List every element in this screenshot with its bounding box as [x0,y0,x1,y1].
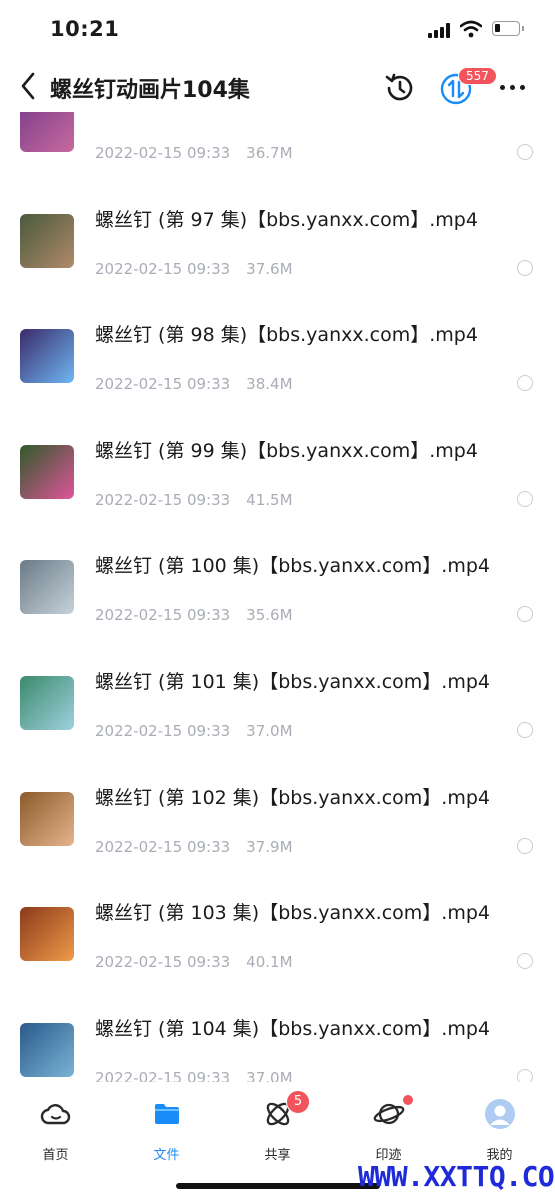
planet-icon [373,1103,405,1125]
cloud-icon [40,1104,71,1125]
file-list-item[interactable]: 螺丝钉 (第 104 集)【bbs.yanxx.com】.mp4 2022-02-… [0,967,555,1082]
battery-icon [492,21,524,36]
file-name: 螺丝钉 (第 103 集)【bbs.yanxx.com】.mp4 [95,902,491,925]
video-thumbnail [20,112,74,152]
wifi-icon [460,20,482,38]
file-size: 37.0M [246,1068,293,1082]
select-checkbox[interactable] [517,1068,533,1082]
file-list-item[interactable]: 螺丝钉 (第 97 集)【bbs.yanxx.com】.mp4 2022-02-1… [0,158,555,278]
file-list-item[interactable]: 螺丝钉 (第 100 集)【bbs.yanxx.com】.mp4 2022-02-… [0,504,555,624]
video-thumbnail [20,907,74,962]
file-name: 螺丝钉 (第 97 集)【bbs.yanxx.com】.mp4 [95,208,478,231]
file-list-item[interactable]: 2022-02-15 09:33 36.7M [0,112,555,162]
video-thumbnail [20,329,74,384]
more-options-button[interactable] [498,72,528,102]
folder-icon [155,1104,179,1124]
status-time: 10:21 [50,17,120,41]
transfer-count-badge: 557 [458,67,497,85]
footprint-dot-badge [403,1095,413,1105]
video-thumbnail [20,560,74,615]
file-name: 螺丝钉 (第 100 集)【bbs.yanxx.com】.mp4 [95,555,491,578]
file-list-item[interactable]: 螺丝钉 (第 101 集)【bbs.yanxx.com】.mp4 2022-02-… [0,620,555,740]
file-list-item[interactable]: 螺丝钉 (第 98 集)【bbs.yanxx.com】.mp4 2022-02-1… [0,273,555,393]
video-thumbnail [20,676,74,730]
file-name: 螺丝钉 (第 99 集)【bbs.yanxx.com】.mp4 [95,439,478,462]
page-title: 螺丝钉动画片104集 [50,78,250,103]
file-name: 螺丝钉 (第 101 集)【bbs.yanxx.com】.mp4 [95,671,491,693]
file-name: 螺丝钉 (第 104 集)【bbs.yanxx.com】.mp4 [95,1017,491,1040]
watermark-text: WWW.XXTTQ.COM [358,1160,555,1193]
tab-label: 首页 [42,1148,69,1163]
file-list-item[interactable]: 螺丝钉 (第 103 集)【bbs.yanxx.com】.mp4 2022-02-… [0,851,555,971]
share-badge: 5 [286,1090,310,1114]
file-name: 螺丝钉 (第 98 集)【bbs.yanxx.com】.mp4 [95,324,478,347]
video-thumbnail [20,1022,74,1077]
file-list-item[interactable]: 螺丝钉 (第 102 集)【bbs.yanxx.com】.mp4 2022-02-… [0,736,555,856]
back-button[interactable] [14,68,44,104]
home-indicator [176,1183,380,1189]
file-name: 螺丝钉 (第 102 集)【bbs.yanxx.com】.mp4 [95,786,491,809]
video-thumbnail [20,213,74,268]
status-bar: 10:21 [0,0,555,60]
video-thumbnail [20,791,74,846]
file-list-item[interactable]: 螺丝钉 (第 99 集)【bbs.yanxx.com】.mp4 2022-02-1… [0,389,555,509]
tab-footprint[interactable]: 印迹 [333,1095,444,1163]
avatar-icon [485,1099,515,1129]
tab-files[interactable]: 文件 [111,1096,222,1163]
video-thumbnail [20,444,74,499]
cellular-signal-icon [428,22,452,38]
tab-home[interactable]: 首页 [0,1096,111,1163]
tab-me[interactable]: 我的 [444,1096,555,1163]
file-date: 2022-02-15 09:33 [95,1068,231,1082]
file-meta: 2022-02-15 09:33 37.0M [95,1069,293,1082]
tab-share[interactable]: 5 共享 [222,1090,333,1163]
file-list: 2022-02-15 09:33 36.7M 螺丝钉 (第 97 集)【bbs.ya… [0,112,555,1082]
tab-label: 共享 [264,1148,291,1163]
history-icon[interactable] [384,72,416,104]
tab-label: 文件 [153,1148,180,1163]
